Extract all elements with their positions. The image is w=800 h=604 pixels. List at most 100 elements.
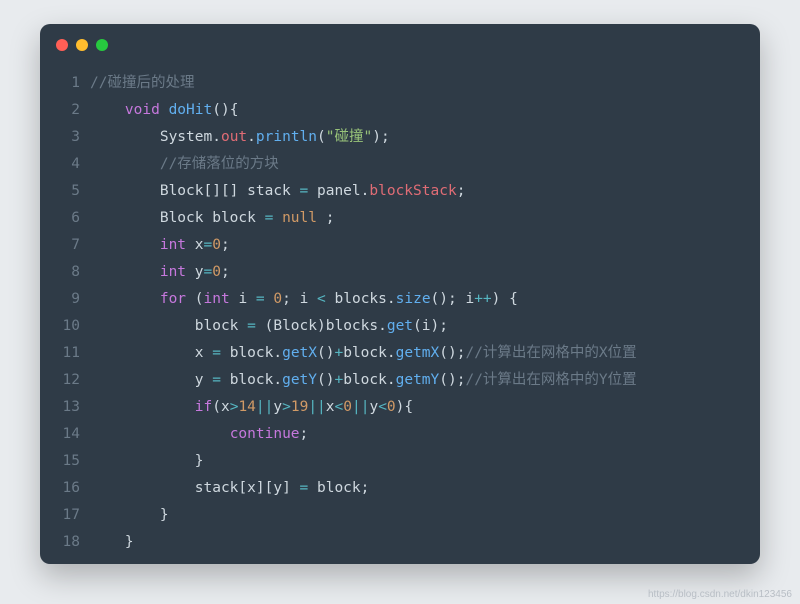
token-ident: Block[][] stack [160,183,300,199]
token-punct: . [212,129,221,145]
code-line: 10 block = (Block)blocks.get(i); [40,313,760,340]
token-punct: () [317,345,334,361]
token-string: "碰撞" [326,129,372,145]
code-line: 14 continue; [40,421,760,448]
token-const: null [282,210,317,226]
code-line: 7 int x=0; [40,232,760,259]
token-keyword: int [204,291,230,307]
token-op: = [247,318,256,334]
token-op: = [204,237,213,253]
token-ident: y [195,372,212,388]
token-op: = [256,291,265,307]
token-punct: . [273,345,282,361]
token-punct: ; [300,426,309,442]
token-punct: ( [317,129,326,145]
token-ident: x [186,237,203,253]
token-ident: y [186,264,203,280]
token-comment: //存储落位的方块 [160,156,279,172]
watermark-text: https://blog.csdn.net/dkin123456 [648,589,792,600]
line-number: 6 [40,205,90,232]
token-punct: ){ [396,399,413,415]
token-punct: . [387,372,396,388]
token-op: = [212,345,221,361]
code-line: 15 } [40,448,760,475]
token-punct: ( [186,291,203,307]
token-op: > [282,399,291,415]
token-punct: ; i [282,291,317,307]
code-line: 11 x = block.getX()+block.getmX();//计算出在… [40,340,760,367]
token-op: || [256,399,273,415]
code-content: int y=0; [90,259,230,286]
token-punct: . [273,372,282,388]
code-content: //碰撞后的处理 [90,70,194,97]
code-content: } [90,529,134,556]
code-content: System.out.println("碰撞"); [90,124,390,151]
line-number: 11 [40,340,90,367]
token-op: = [204,264,213,280]
line-number: 16 [40,475,90,502]
token-ident: panel [308,183,360,199]
code-content: stack[x][y] = block; [90,475,369,502]
token-punct [273,210,282,226]
minimize-dot-icon[interactable] [76,39,88,51]
code-line: 8 int y=0; [40,259,760,286]
token-keyword: void [125,102,160,118]
line-number: 7 [40,232,90,259]
code-content: block = (Block)blocks.get(i); [90,313,448,340]
token-punct: ); [372,129,389,145]
token-comment: //计算出在网格中的X位置 [465,345,636,361]
token-punct: (); [439,345,465,361]
token-number: 0 [273,291,282,307]
line-number: 8 [40,259,90,286]
line-number: 17 [40,502,90,529]
token-keyword: int [160,264,186,280]
token-number: 19 [291,399,308,415]
code-content: if(x>14||y>19||x<0||y<0){ [90,394,413,421]
token-op: + [334,345,343,361]
code-content: x = block.getX()+block.getmX();//计算出在网格中… [90,340,637,367]
token-punct: ; [221,264,230,280]
code-content: int x=0; [90,232,230,259]
token-keyword: continue [230,426,300,442]
token-method: getX [282,345,317,361]
token-punct: . [387,345,396,361]
token-keyword: if [195,399,212,415]
token-comment: //计算出在网格中的Y位置 [465,372,636,388]
token-method: size [396,291,431,307]
token-punct: (x [212,399,229,415]
token-op: || [308,399,325,415]
code-content: //存储落位的方块 [90,151,279,178]
token-punct: ; [317,210,334,226]
token-method: getmX [396,345,440,361]
code-line: 5 Block[][] stack = panel.blockStack; [40,178,760,205]
code-content: y = block.getY()+block.getmY();//计算出在网格中… [90,367,637,394]
token-op: = [300,183,309,199]
code-line: 16 stack[x][y] = block; [40,475,760,502]
token-punct: . [378,318,387,334]
code-line: 13 if(x>14||y>19||x<0||y<0){ [40,394,760,421]
token-punct: () [317,372,334,388]
token-ident: y [369,399,378,415]
token-ident: block [343,345,387,361]
line-number: 15 [40,448,90,475]
token-punct: (); i [431,291,475,307]
code-line: 12 y = block.getY()+block.getmY();//计算出在… [40,367,760,394]
token-op: ++ [474,291,491,307]
token-ident: blocks [326,291,387,307]
code-line: 9 for (int i = 0; i < blocks.size(); i++… [40,286,760,313]
code-window: 1//碰撞后的处理2 void doHit(){3 System.out.pri… [40,24,760,564]
token-punct: . [387,291,396,307]
token-method: doHit [169,102,213,118]
token-keyword: for [160,291,186,307]
close-dot-icon[interactable] [56,39,68,51]
token-number: 0 [212,264,221,280]
token-comment: //碰撞后的处理 [90,75,194,91]
token-op: + [334,372,343,388]
line-number: 3 [40,124,90,151]
code-area: 1//碰撞后的处理2 void doHit(){3 System.out.pri… [40,66,760,564]
token-punct: ; [457,183,466,199]
maximize-dot-icon[interactable] [96,39,108,51]
code-line: 3 System.out.println("碰撞"); [40,124,760,151]
token-keyword: int [160,237,186,253]
token-number: 0 [212,237,221,253]
